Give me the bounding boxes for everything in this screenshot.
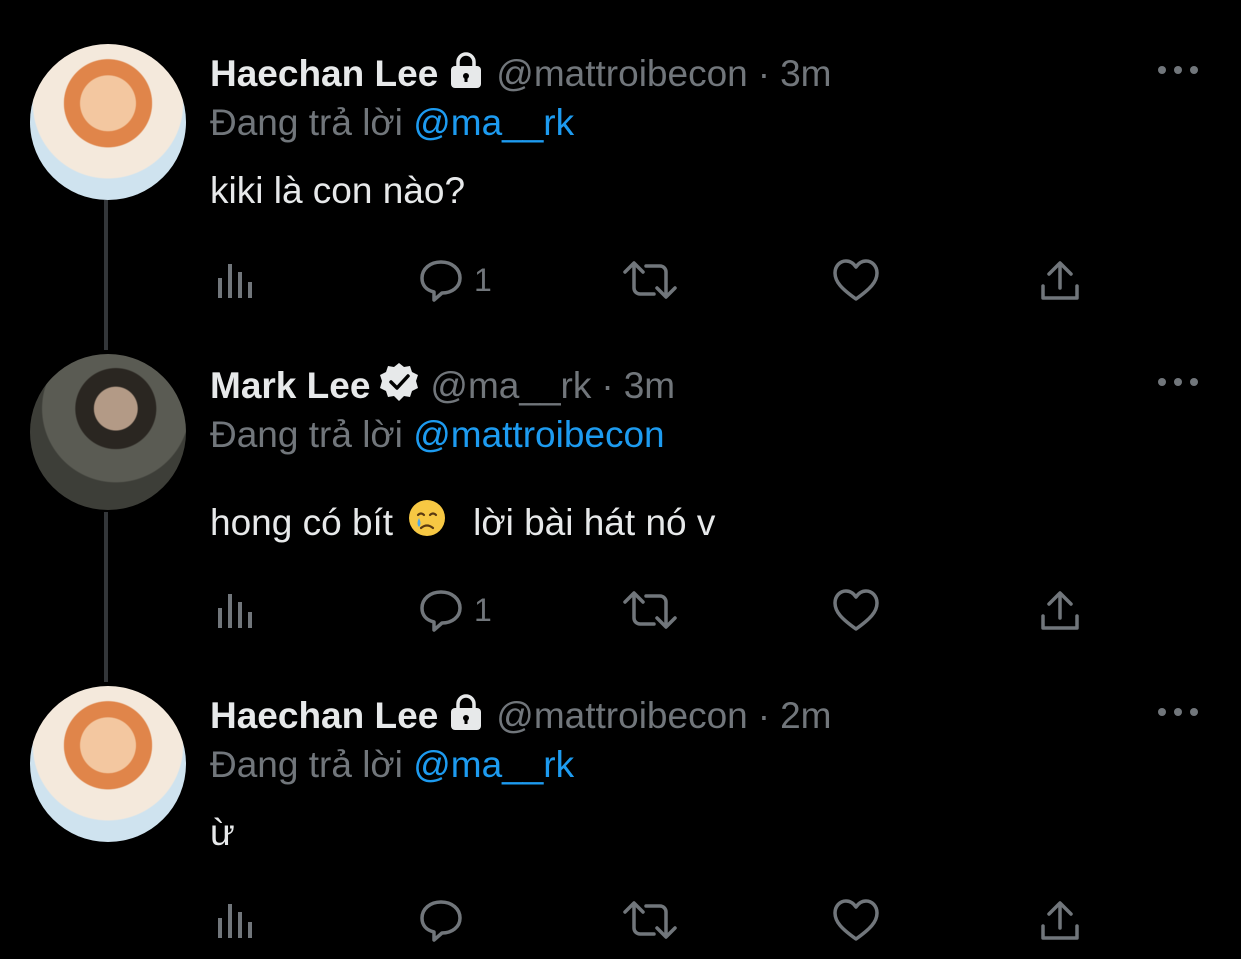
reply-count: 1	[474, 591, 492, 628]
heart-icon	[832, 588, 880, 632]
analytics-icon	[214, 588, 258, 632]
retweet-icon	[622, 898, 678, 942]
analytics-button[interactable]	[214, 896, 258, 944]
reply-icon	[418, 257, 464, 303]
reply-button[interactable]: 1	[418, 256, 492, 304]
timestamp[interactable]: 2m	[780, 695, 831, 737]
retweet-button[interactable]	[622, 896, 678, 944]
tweet-actions	[214, 896, 1094, 944]
tweet-text: ừ	[210, 812, 235, 853]
mention-link[interactable]: @ma__rk	[413, 102, 574, 143]
analytics-icon	[214, 258, 258, 302]
thread-connector-line	[104, 512, 108, 682]
share-button[interactable]	[1038, 896, 1082, 944]
tweet-actions: 1	[214, 586, 1094, 634]
more-options-icon[interactable]	[1158, 704, 1198, 720]
replying-to: Đang trả lời @ma__rk	[210, 744, 574, 786]
share-button[interactable]	[1038, 586, 1082, 634]
reply-button[interactable]	[418, 896, 474, 944]
lock-icon	[446, 51, 486, 98]
share-icon	[1038, 588, 1082, 632]
separator-dot: ·	[601, 365, 614, 406]
user-handle[interactable]: @mattroibecon	[496, 695, 747, 737]
display-name[interactable]: Mark Lee	[210, 365, 370, 407]
retweet-button[interactable]	[622, 586, 678, 634]
crying-face-emoji	[407, 498, 447, 547]
reply-icon	[418, 587, 464, 633]
timestamp[interactable]: 3m	[624, 365, 675, 407]
share-button[interactable]	[1038, 256, 1082, 304]
separator-dot: ·	[757, 695, 771, 736]
verified-icon	[378, 361, 420, 412]
like-button[interactable]	[832, 896, 880, 944]
reply-icon	[418, 897, 464, 943]
more-options-icon[interactable]	[1158, 62, 1198, 78]
analytics-button[interactable]	[214, 586, 258, 634]
reply-button[interactable]: 1	[418, 586, 492, 634]
avatar[interactable]	[30, 354, 186, 510]
tweet-actions: 1	[214, 256, 1094, 304]
share-icon	[1038, 898, 1082, 942]
retweet-button[interactable]	[622, 256, 678, 304]
replying-to: Đang trả lời @ma__rk	[210, 102, 574, 144]
tweet-text-part: hong có bít	[210, 501, 394, 543]
tweet-text-part: lời bài hát nó v	[473, 501, 716, 543]
replying-to: Đang trả lời @mattroibecon	[210, 414, 665, 456]
separator-dot: ·	[757, 53, 771, 94]
heart-icon	[832, 898, 880, 942]
mention-link[interactable]: @mattroibecon	[413, 414, 664, 455]
user-handle[interactable]: @mattroibecon	[496, 53, 747, 95]
tweet-text: hong có bít lời bài hát nó v	[210, 498, 715, 547]
timestamp[interactable]: 3m	[780, 53, 831, 95]
replying-to-label: Đang trả lời	[210, 102, 403, 143]
display-name[interactable]: Haechan Lee	[210, 53, 438, 95]
avatar[interactable]	[30, 686, 186, 842]
lock-icon	[446, 693, 486, 740]
more-options-icon[interactable]	[1158, 374, 1198, 390]
analytics-button[interactable]	[214, 256, 258, 304]
retweet-icon	[622, 588, 678, 632]
replying-to-label: Đang trả lời	[210, 744, 403, 785]
analytics-icon	[214, 898, 258, 942]
mention-link[interactable]: @ma__rk	[413, 744, 574, 785]
reply-count: 1	[474, 261, 492, 298]
user-handle[interactable]: @ma__rk	[430, 365, 591, 407]
share-icon	[1038, 258, 1082, 302]
like-button[interactable]	[832, 256, 880, 304]
avatar[interactable]	[30, 44, 186, 200]
replying-to-label: Đang trả lời	[210, 414, 403, 455]
retweet-icon	[622, 258, 678, 302]
like-button[interactable]	[832, 586, 880, 634]
display-name[interactable]: Haechan Lee	[210, 695, 438, 737]
heart-icon	[832, 258, 880, 302]
tweet[interactable]: Haechan Lee @mattroibecon · 3m Đang trả …	[0, 0, 1241, 330]
tweet-text: kiki là con nào?	[210, 170, 466, 211]
